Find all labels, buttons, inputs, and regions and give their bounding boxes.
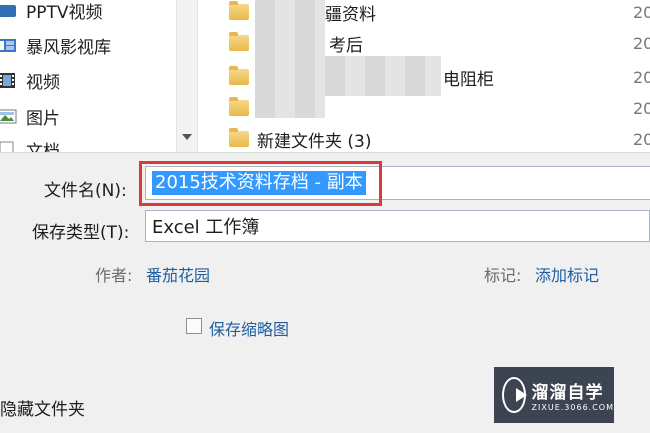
filename-label: 文件名(N): (44, 181, 127, 201)
tags-label: 标记: (484, 266, 522, 285)
folder-icon (229, 1, 249, 20)
watermark: 溜溜自学 ZIXUE.3066.COM (494, 367, 614, 423)
add-tag-link[interactable]: 添加标记 (535, 262, 599, 286)
savetype-select[interactable]: Excel 工作簿 (145, 210, 650, 242)
nav-item-baofeng[interactable]: 暴风影视库 (0, 30, 111, 60)
file-name: 疆资料 (325, 4, 376, 25)
nav-item-label: PPTV视频 (26, 2, 103, 23)
nav-item-label: 视频 (26, 72, 60, 93)
film-icon (0, 72, 17, 89)
library-icon (0, 37, 17, 54)
document-icon (0, 141, 17, 152)
file-list: 疆资料 20 考后 20 电阻柜 20 20 新建文件夹 (3) 20 (197, 0, 650, 152)
file-name: 考后 (329, 35, 363, 56)
navigation-pane: PPTV视频 暴风影视库 视频 图片 文档 (0, 0, 176, 152)
folder-icon (229, 66, 249, 85)
nav-item-documents[interactable]: 文档 (0, 134, 60, 152)
savetype-label: 保存类型(T): (32, 223, 130, 243)
nav-item-label: 图片 (26, 108, 60, 129)
nav-item-label: 暴风影视库 (26, 37, 111, 58)
watermark-title: 溜溜自学 (531, 383, 604, 403)
nav-item-pictures[interactable]: 图片 (0, 101, 60, 131)
watermark-text: 溜溜自学 ZIXUE.3066.COM (532, 378, 614, 412)
savetype-value: Excel 工作簿 (152, 217, 260, 238)
list-item[interactable]: 新建文件夹 (3) 20 (197, 124, 650, 152)
file-browser: PPTV视频 暴风影视库 视频 图片 文档 疆资料 20 考后 20 电阻柜 2… (0, 0, 650, 153)
privacy-blur (255, 0, 325, 118)
picture-icon (0, 108, 17, 125)
privacy-blur (325, 56, 441, 96)
nav-item-pptv[interactable]: PPTV视频 (0, 0, 103, 25)
thumbnail-label: 保存缩略图 (209, 320, 290, 339)
file-name: 电阻柜 (443, 69, 494, 90)
file-date: 20 (633, 98, 650, 118)
thumbnail-checkbox[interactable] (186, 318, 202, 334)
file-date: 20 (633, 67, 650, 87)
file-name: 新建文件夹 (3) (257, 131, 372, 152)
folder-icon (229, 128, 249, 147)
author-value[interactable]: 番茄花园 (146, 262, 210, 286)
scroll-down-icon[interactable] (182, 134, 192, 140)
highlight-annotation (139, 161, 382, 206)
nav-item-label: 文档 (26, 141, 60, 153)
file-date: 20 (633, 2, 650, 22)
folder-icon (229, 32, 249, 51)
nav-item-video[interactable]: 视频 (0, 65, 60, 95)
folder-icon (229, 97, 249, 116)
nav-scrollbar[interactable] (176, 0, 198, 152)
watermark-url: ZIXUE.3066.COM (531, 403, 614, 412)
video-app-icon (0, 2, 17, 19)
file-date: 20 (633, 129, 650, 149)
file-date: 20 (633, 33, 650, 53)
play-logo-icon (502, 377, 527, 413)
author-label: 作者: (95, 266, 133, 285)
hide-folders-toggle[interactable]: 隐藏文件夹 (0, 395, 85, 420)
